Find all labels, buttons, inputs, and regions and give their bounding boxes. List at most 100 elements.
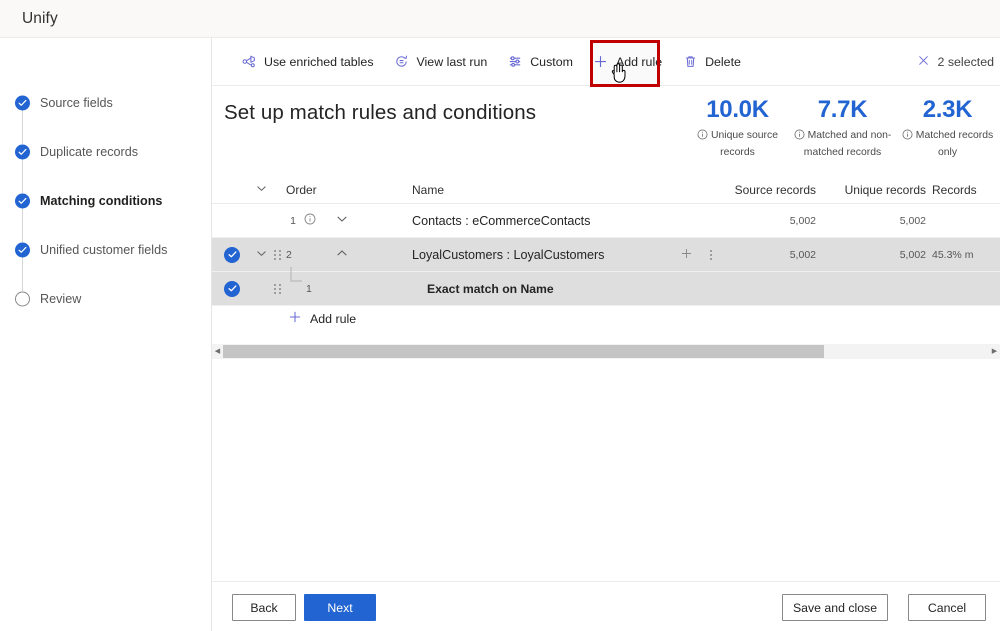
kpi-value: 7.7K	[817, 96, 868, 123]
row-checkbox[interactable]	[224, 280, 240, 297]
history-clock-icon	[394, 54, 410, 70]
add-rule-label: Add rule	[310, 311, 357, 326]
add-rule-link[interactable]: Add rule	[288, 310, 356, 327]
toolbar-item-label: Use enriched tables	[264, 54, 374, 69]
add-rule-toolbar-button[interactable]: Add rule	[584, 46, 671, 78]
sidebar-item-label: Unified customer fields	[40, 242, 168, 257]
close-icon[interactable]	[917, 54, 930, 70]
plus-icon	[593, 54, 609, 70]
use-enriched-tables-button[interactable]: Use enriched tables	[232, 46, 383, 78]
table-row[interactable]: 1 Exact match on Name	[212, 267, 1000, 306]
plus-icon	[288, 310, 302, 327]
row-checkbox[interactable]	[224, 246, 240, 263]
check-icon	[15, 242, 30, 257]
row-name: LoyalCustomers : LoyalCustomers	[412, 247, 605, 262]
drag-handle-icon[interactable]	[274, 249, 281, 260]
column-header-name[interactable]: Name	[412, 183, 444, 197]
sidebar-item-unified-customer-fields[interactable]: Unified customer fields	[0, 225, 212, 291]
select-all-chevron-icon[interactable]	[256, 183, 267, 197]
wizard-footer: Back Next Save and close Cancel	[212, 581, 1000, 631]
sidebar-item-review[interactable]: Review	[0, 274, 212, 323]
wizard-sidebar: Source fields Duplicate records Matching…	[0, 38, 212, 631]
view-last-run-button[interactable]: View last run	[385, 46, 497, 78]
sidebar-item-source-fields[interactable]: Source fields	[0, 78, 212, 144]
kpi-value: 2.3K	[922, 96, 973, 123]
scrollbar-thumb[interactable]	[223, 345, 824, 358]
info-icon[interactable]	[304, 213, 316, 228]
column-header-source-records[interactable]: Source records	[722, 183, 816, 197]
selection-status[interactable]: 2 selected	[917, 54, 994, 70]
main-panel: Use enriched tables View last run Custom…	[212, 38, 1000, 631]
unify-match-rules-page: Unify Source fields Duplicate records Ma…	[0, 0, 1000, 631]
table-header-row: Order Name Source records Unique records…	[212, 176, 1000, 204]
kpi-caption-text: Matched records only	[915, 130, 994, 158]
sidebar-item-label: Duplicate records	[40, 144, 138, 159]
column-header-records[interactable]: Records	[932, 183, 1000, 197]
kpi-unique-source-records: 10.0K Unique source records	[685, 96, 790, 160]
toolbar-item-label: View last run	[416, 54, 488, 69]
info-icon[interactable]	[794, 129, 805, 145]
toolbar-item-label: Add rule	[615, 54, 663, 69]
wizard-steps: Source fields Duplicate records Matching…	[0, 78, 212, 323]
sidebar-item-duplicate-records[interactable]: Duplicate records	[0, 127, 212, 193]
add-rule-row: Add rule	[212, 306, 1000, 338]
toolbar-item-label: Custom	[530, 54, 573, 69]
horizontal-scrollbar[interactable]: ◀ ▶	[212, 344, 1000, 359]
enriched-tables-icon	[241, 54, 257, 70]
row-records-pct: 45.3% m	[932, 248, 974, 261]
expand-chevron-icon[interactable]	[336, 213, 348, 228]
checkbox-checked-icon	[224, 280, 240, 297]
sidebar-item-label: Source fields	[40, 95, 113, 110]
match-rules-table: Order Name Source records Unique records…	[212, 176, 1000, 359]
kpi-value: 10.0K	[706, 96, 769, 123]
toolbar-item-label: Delete	[705, 54, 741, 69]
kpi-caption: Unique source records	[685, 128, 790, 160]
expand-chevron-up-icon[interactable]	[336, 247, 348, 262]
sidebar-item-label: Matching conditions	[40, 193, 163, 208]
scroll-right-arrow-icon[interactable]: ▶	[989, 348, 1000, 355]
kpi-group: 10.0K Unique source records 7.7K Matched…	[685, 96, 1000, 160]
row-order: 2	[286, 248, 292, 261]
row-collapse-chevron-icon[interactable]	[256, 248, 267, 262]
row-source-records: 5,002	[789, 248, 816, 261]
sidebar-item-matching-conditions[interactable]: Matching conditions	[0, 176, 212, 242]
row-more-options-icon[interactable]	[710, 249, 712, 260]
drag-handle-icon[interactable]	[274, 283, 281, 294]
tree-branch-line	[288, 267, 304, 292]
trash-icon	[682, 54, 698, 70]
table-row[interactable]: 1 Contacts : eCommerceContacts 5,002 5,0…	[212, 204, 1000, 238]
command-bar: Use enriched tables View last run Custom…	[212, 38, 1000, 87]
selection-count-label: 2 selected	[937, 54, 994, 69]
sliders-icon	[507, 54, 523, 70]
kpi-caption-text: Matched and non-matched records	[803, 130, 892, 158]
row-order: 1	[290, 214, 296, 227]
more-dots	[710, 249, 712, 260]
back-button[interactable]: Back	[232, 594, 296, 621]
info-icon[interactable]	[902, 129, 913, 145]
check-icon	[15, 144, 30, 159]
sidebar-item-label: Review	[40, 291, 82, 306]
grip-dots	[274, 283, 281, 294]
kpi-caption: Matched records only	[895, 128, 1000, 160]
row-unique-records: 5,002	[899, 248, 926, 261]
row-add-icon[interactable]	[680, 247, 693, 263]
column-header-unique-records[interactable]: Unique records	[832, 183, 926, 197]
checkbox-checked-icon	[224, 246, 240, 263]
page-header: Set up match rules and conditions 10.0K …	[212, 86, 1000, 176]
scrollbar-track[interactable]	[223, 344, 989, 359]
column-header-order[interactable]: Order	[286, 183, 317, 197]
grip-dots	[274, 249, 281, 260]
scroll-left-arrow-icon[interactable]: ◀	[212, 348, 223, 355]
save-and-close-button[interactable]: Save and close	[782, 594, 888, 621]
check-icon	[15, 95, 30, 110]
row-unique-records: 5,002	[899, 214, 926, 227]
next-button[interactable]: Next	[304, 594, 376, 621]
custom-button[interactable]: Custom	[498, 46, 582, 78]
row-source-records: 5,002	[789, 214, 816, 227]
row-name: Contacts : eCommerceContacts	[412, 213, 591, 228]
cancel-button[interactable]: Cancel	[908, 594, 986, 621]
info-icon[interactable]	[697, 129, 708, 145]
kpi-caption: Matched and non-matched records	[790, 128, 895, 160]
delete-button[interactable]: Delete	[673, 46, 750, 78]
table-row[interactable]: 2 LoyalCustomers : LoyalCustomers 5,002 …	[212, 238, 1000, 272]
